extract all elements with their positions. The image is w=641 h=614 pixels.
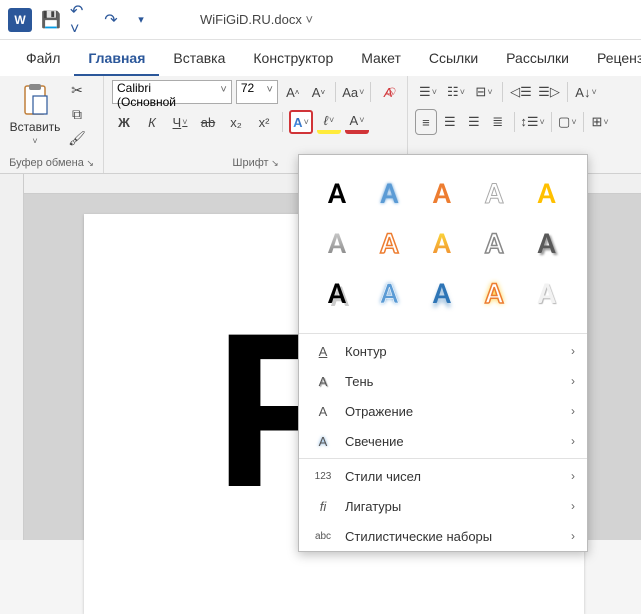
tab-review[interactable]: Рецензирование	[583, 42, 641, 76]
increase-indent-button[interactable]: ☰▷	[537, 80, 561, 104]
reflection-icon: A	[313, 404, 333, 419]
document-filename[interactable]: WiFiGiD.RU.docx	[200, 12, 313, 27]
outline-icon: A	[313, 344, 333, 359]
borders-button[interactable]: ⊞	[590, 110, 610, 134]
effect-preset-1[interactable]: A	[313, 169, 361, 217]
reflection-label: Отражение	[345, 404, 413, 419]
tab-layout[interactable]: Макет	[347, 42, 415, 76]
chevron-right-icon: ›	[571, 499, 575, 513]
chevron-right-icon: ›	[571, 434, 575, 448]
align-right-button[interactable]: ☰	[464, 110, 484, 134]
paste-button[interactable]: Вставить ˅	[8, 80, 62, 148]
shading-button[interactable]: ▢	[557, 110, 577, 134]
effect-preset-12[interactable]: A	[365, 269, 413, 317]
glow-submenu[interactable]: A Свечение ›	[299, 426, 587, 456]
copy-button[interactable]: ⧉	[66, 104, 88, 124]
vertical-ruler[interactable]	[0, 174, 24, 540]
font-size-select[interactable]: 72	[236, 80, 278, 104]
effect-preset-14[interactable]: A	[470, 269, 518, 317]
stylistic-sets-submenu[interactable]: abcСтилистические наборы›	[299, 521, 587, 551]
qat-customize-icon[interactable]: ▾	[130, 9, 152, 31]
align-left-button[interactable]: ≡	[416, 110, 436, 134]
ligatures-icon: fi	[313, 499, 333, 514]
bullets-button[interactable]: ☰	[416, 80, 440, 104]
strikethrough-button[interactable]: ab	[196, 110, 220, 134]
clear-formatting-button[interactable]: A⃠	[377, 80, 399, 104]
number-styles-submenu[interactable]: 123 Стили чисел ›	[299, 461, 587, 491]
multilevel-button[interactable]: ⊟	[472, 80, 496, 104]
glow-label: Свечение	[345, 434, 404, 449]
sort-button[interactable]: A↓	[574, 80, 598, 104]
paste-label: Вставить	[10, 120, 61, 134]
chevron-right-icon: ›	[571, 374, 575, 388]
reflection-submenu[interactable]: A Отражение ›	[299, 396, 587, 426]
tab-home[interactable]: Главная	[74, 42, 159, 76]
save-icon[interactable]: 💾	[40, 9, 62, 31]
font-name-select[interactable]: Calibri (Основной	[112, 80, 232, 104]
effect-preset-9[interactable]: A	[470, 219, 518, 267]
stylistic-sets-label: Стилистические наборы	[345, 529, 492, 544]
text-effects-gallery: A A A A A A A A A A A A A A A	[299, 155, 587, 331]
effect-preset-2[interactable]: A	[365, 169, 413, 217]
align-center-button[interactable]: ☰	[440, 110, 460, 134]
chevron-right-icon: ›	[571, 529, 575, 543]
text-effects-button[interactable]: A	[289, 110, 313, 134]
effect-preset-4[interactable]: A	[470, 169, 518, 217]
number-styles-label: Стили чисел	[345, 469, 421, 484]
effect-preset-10[interactable]: A	[523, 219, 571, 267]
tab-references[interactable]: Ссылки	[415, 42, 492, 76]
line-spacing-button[interactable]: ↕☰	[521, 110, 545, 134]
glow-icon: A	[313, 434, 333, 449]
tab-insert[interactable]: Вставка	[159, 42, 239, 76]
effect-preset-11[interactable]: A	[313, 269, 361, 317]
subscript-button[interactable]: x₂	[224, 110, 248, 134]
outline-submenu[interactable]: A Контур ›	[299, 336, 587, 366]
cut-button[interactable]: ✂	[66, 80, 88, 100]
effect-preset-8[interactable]: A	[418, 219, 466, 267]
numbering-button[interactable]: ☷	[444, 80, 468, 104]
effect-preset-5[interactable]: A	[523, 169, 571, 217]
number-styles-icon: 123	[313, 471, 333, 482]
highlight-button[interactable]: ℓ	[317, 110, 341, 134]
chevron-right-icon: ›	[571, 469, 575, 483]
change-case-button[interactable]: Aa	[342, 80, 364, 104]
italic-button[interactable]: К	[140, 110, 164, 134]
shadow-label: Тень	[345, 374, 373, 389]
format-painter-button[interactable]: 🖌	[66, 128, 88, 148]
tab-mailings[interactable]: Рассылки	[492, 42, 583, 76]
ligatures-submenu[interactable]: fi Лигатуры ›	[299, 491, 587, 521]
superscript-button[interactable]: x²	[252, 110, 276, 134]
ligatures-label: Лигатуры	[345, 499, 401, 514]
effect-preset-13[interactable]: A	[418, 269, 466, 317]
effect-preset-7[interactable]: A	[365, 219, 413, 267]
text-effects-dropdown: A A A A A A A A A A A A A A A A Контур › A…	[298, 154, 588, 552]
clipboard-group-label[interactable]: Буфер обмена	[8, 155, 95, 171]
grow-font-button[interactable]: A˄	[282, 80, 304, 104]
underline-button[interactable]: Ч	[168, 110, 192, 134]
clipboard-group: Вставить ˅ ✂ ⧉ 🖌 Буфер обмена	[0, 76, 104, 173]
justify-button[interactable]: ≣	[488, 110, 508, 134]
effect-preset-6[interactable]: A	[313, 219, 361, 267]
chevron-right-icon: ›	[571, 404, 575, 418]
undo-icon[interactable]: ↶ ˅	[70, 9, 92, 31]
chevron-right-icon: ›	[571, 344, 575, 358]
effect-preset-3[interactable]: A	[418, 169, 466, 217]
word-app-icon: W	[8, 8, 32, 32]
shadow-submenu[interactable]: A Тень ›	[299, 366, 587, 396]
shadow-icon: A	[313, 374, 333, 389]
effect-preset-15[interactable]: A	[523, 269, 571, 317]
decrease-indent-button[interactable]: ◁☰	[509, 80, 533, 104]
ribbon-tabs: Файл Главная Вставка Конструктор Макет С…	[0, 40, 641, 76]
redo-icon[interactable]: ↷	[100, 9, 122, 31]
font-color-button[interactable]: A	[345, 110, 369, 134]
bold-button[interactable]: Ж	[112, 110, 136, 134]
outline-label: Контур	[345, 344, 387, 359]
tab-design[interactable]: Конструктор	[239, 42, 347, 76]
tab-file[interactable]: Файл	[12, 42, 74, 76]
clipboard-icon	[19, 82, 51, 118]
shrink-font-button[interactable]: A˅	[308, 80, 330, 104]
